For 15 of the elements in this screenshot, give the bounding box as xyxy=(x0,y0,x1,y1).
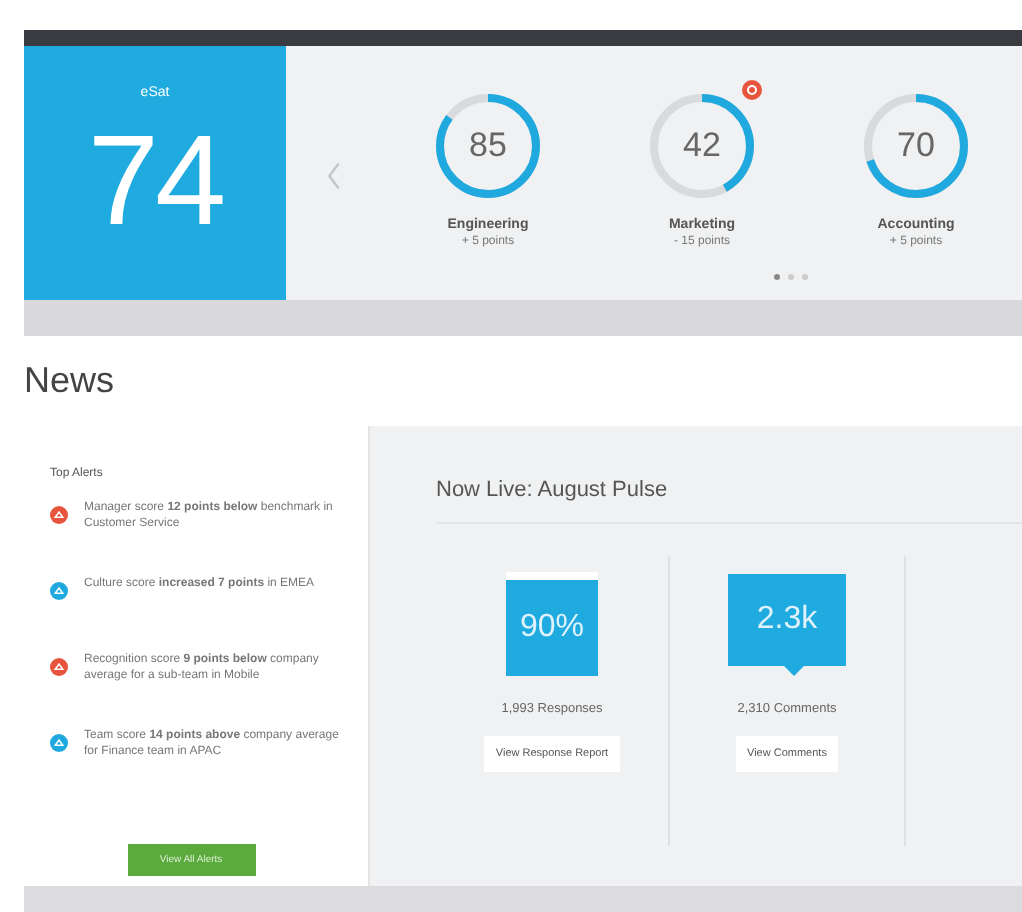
section-title: News xyxy=(24,360,115,402)
pulse-title: Now Live: August Pulse xyxy=(436,478,1022,524)
response-rate: 90% xyxy=(519,610,585,646)
previous-icon[interactable] xyxy=(326,162,342,190)
gauge-score: 70 xyxy=(895,126,937,166)
gauge-score: 85 xyxy=(467,126,509,166)
score-value: 74 xyxy=(87,116,223,244)
score-gauge xyxy=(646,90,758,202)
comment-count: 2.3k xyxy=(756,602,818,638)
page-dot[interactable] xyxy=(774,274,780,280)
score-gauge xyxy=(860,90,972,202)
score-gauge xyxy=(432,90,544,202)
page-dot[interactable] xyxy=(788,274,794,280)
gauge-score: 42 xyxy=(681,126,723,166)
page-dot[interactable] xyxy=(802,274,808,280)
